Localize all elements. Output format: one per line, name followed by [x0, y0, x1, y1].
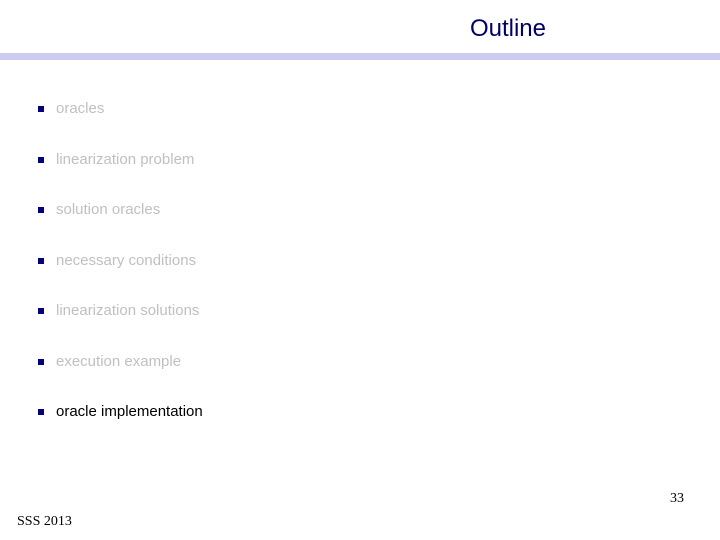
slide-title: Outline [469, 15, 546, 42]
outline-item-label: linearization problem [56, 150, 195, 168]
page-number: 33 [670, 491, 684, 506]
outline-item-label: necessary conditions [56, 251, 197, 269]
outline-item-current: oracle implementation [38, 402, 203, 453]
square-bullet-icon [38, 207, 44, 213]
outline-item: oracles [38, 99, 203, 150]
outline-item-label: solution oracles [56, 201, 161, 218]
outline-item: linearization problem [38, 150, 203, 201]
outline-item: linearization solutions [38, 301, 203, 352]
outline-item: execution example [38, 352, 203, 403]
square-bullet-icon [38, 308, 44, 314]
outline-item: necessary conditions [38, 251, 203, 302]
square-bullet-icon [38, 156, 44, 163]
title-divider [0, 53, 720, 60]
square-bullet-icon [38, 358, 44, 365]
square-bullet-icon [38, 106, 44, 112]
outline-item-label: execution example [56, 352, 182, 370]
square-bullet-icon [38, 409, 44, 415]
footer-text: SSS 2013 [17, 514, 72, 529]
outline-item-label: oracle implementation [56, 403, 203, 420]
outline-item-label: oracles [56, 100, 105, 117]
square-bullet-icon [38, 257, 44, 264]
outline-list: oracles linearization problem solution o… [38, 99, 203, 453]
outline-item-label: linearization solutions [56, 302, 200, 319]
outline-item: solution oracles [38, 200, 203, 251]
